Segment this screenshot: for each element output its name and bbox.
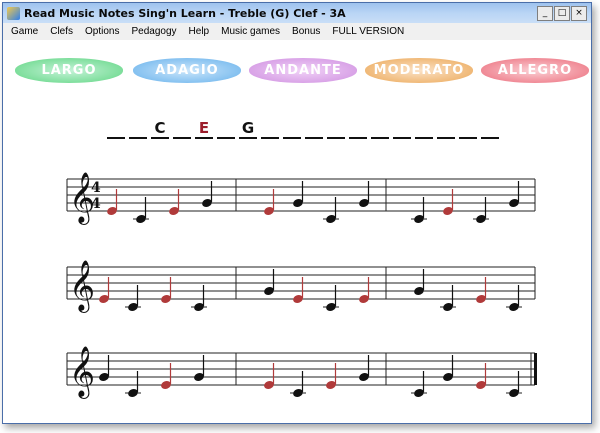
time-signature-top: 4 bbox=[91, 180, 101, 196]
time-signature-bottom: 4 bbox=[91, 196, 101, 212]
music-staff[interactable]: 𝄞44𝄞𝄞 bbox=[3, 3, 591, 423]
treble-clef-icon: 𝄞 bbox=[69, 260, 95, 313]
app-window: Read Music Notes Sing'n Learn - Treble (… bbox=[2, 2, 592, 424]
final-bar-thick bbox=[534, 353, 537, 385]
treble-clef-icon: 𝄞 bbox=[69, 346, 95, 399]
